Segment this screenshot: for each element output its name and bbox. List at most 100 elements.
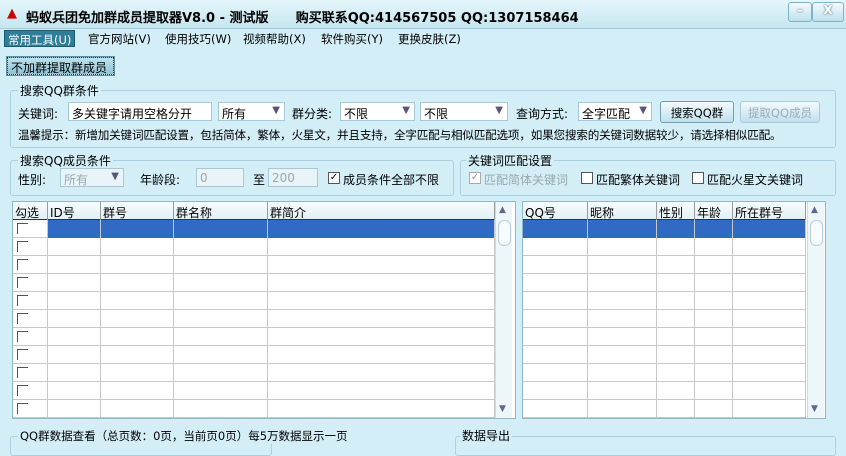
table-row[interactable] [13, 274, 495, 292]
row-checkbox[interactable] [17, 349, 28, 360]
scope-select[interactable]: 所有 ▼ [218, 102, 285, 121]
table-row[interactable] [523, 400, 806, 418]
minimize-button[interactable]: – [788, 2, 812, 22]
col-nickname[interactable]: 昵称 [588, 202, 657, 220]
right-scrollbar[interactable]: ▲ ▼ [807, 202, 824, 418]
no-join-extract-button[interactable]: 不加群提取群成员 [6, 56, 115, 76]
table-cell [523, 292, 588, 310]
table-cell [523, 400, 588, 418]
table-row[interactable] [523, 274, 806, 292]
table-cell [13, 382, 48, 400]
table-row[interactable] [523, 292, 806, 310]
table-row[interactable] [523, 328, 806, 346]
row-checkbox[interactable] [17, 367, 28, 378]
table-row[interactable] [13, 292, 495, 310]
simplified-checkbox[interactable]: ✓ [469, 172, 481, 184]
table-row[interactable] [13, 328, 495, 346]
col-group-intro[interactable]: 群简介 [268, 202, 495, 220]
menu-common-tools[interactable]: 常用工具(U) [4, 30, 76, 47]
query-label: 查询方式: [516, 107, 569, 121]
table-row[interactable] [13, 346, 495, 364]
table-cell [174, 310, 268, 328]
row-checkbox[interactable] [17, 241, 28, 252]
table-row[interactable] [13, 400, 495, 418]
table-row[interactable] [523, 346, 806, 364]
col-qq[interactable]: QQ号 [523, 202, 588, 220]
table-row[interactable] [523, 382, 806, 400]
scroll-down-icon[interactable]: ▼ [811, 404, 818, 414]
close-button[interactable]: X [812, 2, 844, 22]
search-group-button[interactable]: 搜索QQ群 [660, 101, 734, 123]
table-cell [101, 274, 174, 292]
table-cell [48, 274, 101, 292]
table-cell [101, 328, 174, 346]
col-id[interactable]: ID号 [48, 202, 101, 220]
table-row[interactable] [523, 256, 806, 274]
menu-change-skin[interactable]: 更换皮肤(Z) [395, 30, 464, 47]
col-group[interactable]: 所在群号 [733, 202, 806, 220]
unlimited-label: 成员条件全部不限 [343, 173, 440, 187]
table-cell [48, 382, 101, 400]
martian-checkbox[interactable] [692, 172, 704, 184]
menu-official-site[interactable]: 官方网站(V) [85, 30, 154, 47]
traditional-checkbox[interactable] [581, 172, 593, 184]
age-to-input[interactable]: 200 [268, 168, 318, 187]
col-group-number[interactable]: 群号 [101, 202, 174, 220]
table-cell [657, 364, 695, 382]
scroll-up-icon[interactable]: ▲ [499, 205, 506, 215]
col-age[interactable]: 年龄 [695, 202, 733, 220]
table-cell [174, 400, 268, 418]
row-checkbox[interactable] [17, 331, 28, 342]
age-from-input[interactable]: 0 [196, 168, 244, 187]
unlimited-checkbox[interactable]: ✓ [328, 172, 340, 184]
gender-select[interactable]: 所有 ▼ [60, 168, 124, 187]
query-mode-select[interactable]: 全字匹配 ▼ [578, 102, 652, 121]
col-select[interactable]: 勾选 [13, 202, 48, 220]
row-checkbox[interactable] [17, 403, 28, 414]
menu-purchase[interactable]: 软件购买(Y) [318, 30, 386, 47]
row-checkbox[interactable] [17, 223, 28, 234]
table-cell [523, 256, 588, 274]
row-checkbox[interactable] [17, 313, 28, 324]
row-checkbox[interactable] [17, 385, 28, 396]
table-cell [268, 292, 495, 310]
group-results-table[interactable]: 勾选 ID号 群号 群名称 群简介 ▲ ▼ [12, 201, 516, 419]
table-cell [268, 400, 495, 418]
table-cell [523, 364, 588, 382]
scroll-thumb[interactable] [498, 220, 511, 246]
table-row[interactable] [13, 310, 495, 328]
chevron-down-icon: ▼ [495, 105, 503, 116]
table-row[interactable] [523, 310, 806, 328]
scroll-down-icon[interactable]: ▼ [499, 404, 506, 414]
query-mode-value: 全字匹配 [582, 107, 631, 121]
extract-members-button[interactable]: 提取QQ成员 [740, 101, 820, 123]
table-row[interactable] [13, 256, 495, 274]
subcategory-select[interactable]: 不限 ▼ [420, 102, 508, 121]
keyword-input[interactable]: 多关键字请用空格分开 [68, 102, 212, 121]
table-row[interactable] [523, 364, 806, 382]
table-cell [733, 382, 806, 400]
menu-usage-tips[interactable]: 使用技巧(W) [162, 30, 234, 47]
table-cell [695, 220, 733, 238]
col-gender[interactable]: 性别 [657, 202, 695, 220]
table-cell [13, 328, 48, 346]
row-checkbox[interactable] [17, 295, 28, 306]
table-row[interactable] [13, 220, 495, 238]
table-row[interactable] [13, 364, 495, 382]
left-scrollbar[interactable]: ▲ ▼ [495, 202, 512, 418]
table-row[interactable] [523, 238, 806, 256]
scroll-up-icon[interactable]: ▲ [811, 205, 818, 215]
member-results-table[interactable]: QQ号 昵称 性别 年龄 所在群号 ▲ ▼ [522, 201, 826, 419]
col-group-name[interactable]: 群名称 [174, 202, 268, 220]
menu-video-help[interactable]: 视频帮助(X) [240, 30, 309, 47]
table-row[interactable] [523, 220, 806, 238]
scroll-thumb[interactable] [810, 220, 823, 246]
table-row[interactable] [13, 238, 495, 256]
row-checkbox[interactable] [17, 277, 28, 288]
table-cell [13, 364, 48, 382]
table-row[interactable] [13, 382, 495, 400]
search-group-title: 搜索QQ群条件 [18, 82, 101, 99]
category-select[interactable]: 不限 ▼ [340, 102, 415, 121]
row-checkbox[interactable] [17, 259, 28, 270]
table-cell [733, 256, 806, 274]
